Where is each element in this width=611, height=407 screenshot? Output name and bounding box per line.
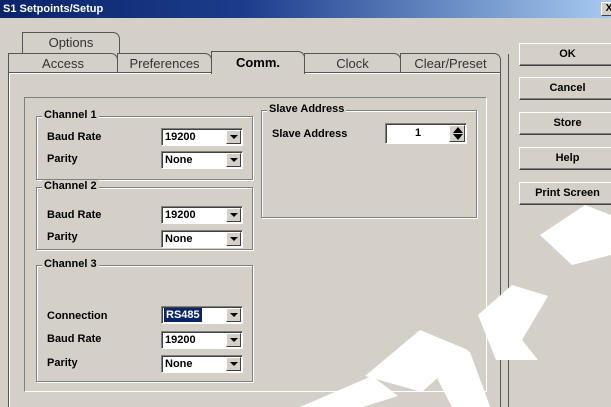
channel1-group: Channel 1 — [36, 109, 253, 180]
tab-clock-label: Clock — [336, 56, 369, 71]
tab-clear-preset-label: Clear/Preset — [414, 56, 487, 71]
channel3-connection-label: Connection — [47, 310, 108, 322]
channel2-parity-select[interactable]: None — [161, 230, 243, 248]
channel1-baud-rate-value: 19200 — [165, 131, 196, 143]
chevron-down-icon[interactable] — [226, 130, 241, 144]
chevron-down-icon[interactable] — [226, 153, 241, 167]
channel2-parity-label: Parity — [47, 231, 78, 243]
tab-clock[interactable]: Clock — [304, 53, 401, 73]
channel1-parity-value: None — [165, 154, 193, 166]
slave-address-value[interactable]: 1 — [386, 127, 450, 139]
channel2-baud-rate-label: Baud Rate — [47, 209, 102, 221]
close-icon[interactable]: X — [601, 2, 611, 16]
channel2-legend: Channel 2 — [42, 180, 99, 192]
channel1-baud-rate-select[interactable]: 19200 — [161, 128, 243, 146]
chevron-down-icon[interactable] — [226, 232, 241, 246]
slave-address-label: Slave Address — [272, 128, 348, 140]
tab-comm-label: Comm. — [235, 55, 281, 70]
channel1-parity-label: Parity — [47, 153, 78, 165]
title-bar: S1 Setpoints/Setup X — [0, 0, 611, 18]
tab-clear-preset[interactable]: Clear/Preset — [400, 53, 501, 73]
chevron-down-icon[interactable] — [226, 357, 241, 371]
arrow-down-icon[interactable] — [453, 134, 463, 140]
channel3-baud-rate-value: 19200 — [165, 334, 196, 346]
channel1-legend: Channel 1 — [42, 109, 99, 121]
channel3-parity-value: None — [165, 358, 193, 370]
channel2-baud-rate-value: 19200 — [165, 209, 196, 221]
window-title: S1 Setpoints/Setup — [3, 3, 104, 15]
print-screen-button[interactable]: Print Screen — [519, 182, 611, 205]
tab-options[interactable]: Options — [22, 32, 120, 54]
tab-preferences[interactable]: Preferences — [117, 53, 212, 73]
channel3-parity-label: Parity — [47, 357, 78, 369]
channel1-baud-rate-label: Baud Rate — [47, 131, 102, 143]
cancel-button[interactable]: Cancel — [519, 77, 611, 100]
help-button[interactable]: Help — [519, 147, 611, 170]
channel3-baud-rate-label: Baud Rate — [47, 333, 102, 345]
channel2-baud-rate-select[interactable]: 19200 — [161, 206, 243, 224]
tab-access[interactable]: Access — [8, 53, 118, 73]
chevron-down-icon[interactable] — [226, 208, 241, 222]
channel1-parity-select[interactable]: None — [161, 151, 243, 169]
chevron-down-icon[interactable] — [226, 333, 241, 347]
slave-address-stepper[interactable]: 1 — [385, 123, 467, 144]
arrow-up-icon[interactable] — [453, 127, 463, 133]
channel3-parity-select[interactable]: None — [161, 355, 243, 373]
slave-address-legend: Slave Address — [267, 103, 347, 115]
tab-comm[interactable]: Comm. — [211, 51, 305, 74]
store-button[interactable]: Store — [519, 112, 611, 135]
tab-preferences-label: Preferences — [129, 56, 200, 71]
channel3-connection-value: RS485 — [164, 308, 202, 322]
tab-options-label: Options — [48, 35, 94, 50]
channel3-legend: Channel 3 — [42, 258, 99, 270]
ok-button[interactable]: OK — [519, 43, 611, 66]
channel3-connection-select[interactable]: RS485 — [161, 306, 243, 324]
tab-row-edge — [508, 54, 514, 407]
channel3-baud-rate-select[interactable]: 19200 — [161, 331, 243, 349]
channel2-parity-value: None — [165, 233, 193, 245]
chevron-down-icon[interactable] — [226, 308, 241, 322]
setpoints-setup-window: S1 Setpoints/Setup X Options Access Pref… — [0, 0, 611, 407]
spin-buttons[interactable] — [449, 125, 465, 142]
tab-access-label: Access — [42, 56, 84, 71]
